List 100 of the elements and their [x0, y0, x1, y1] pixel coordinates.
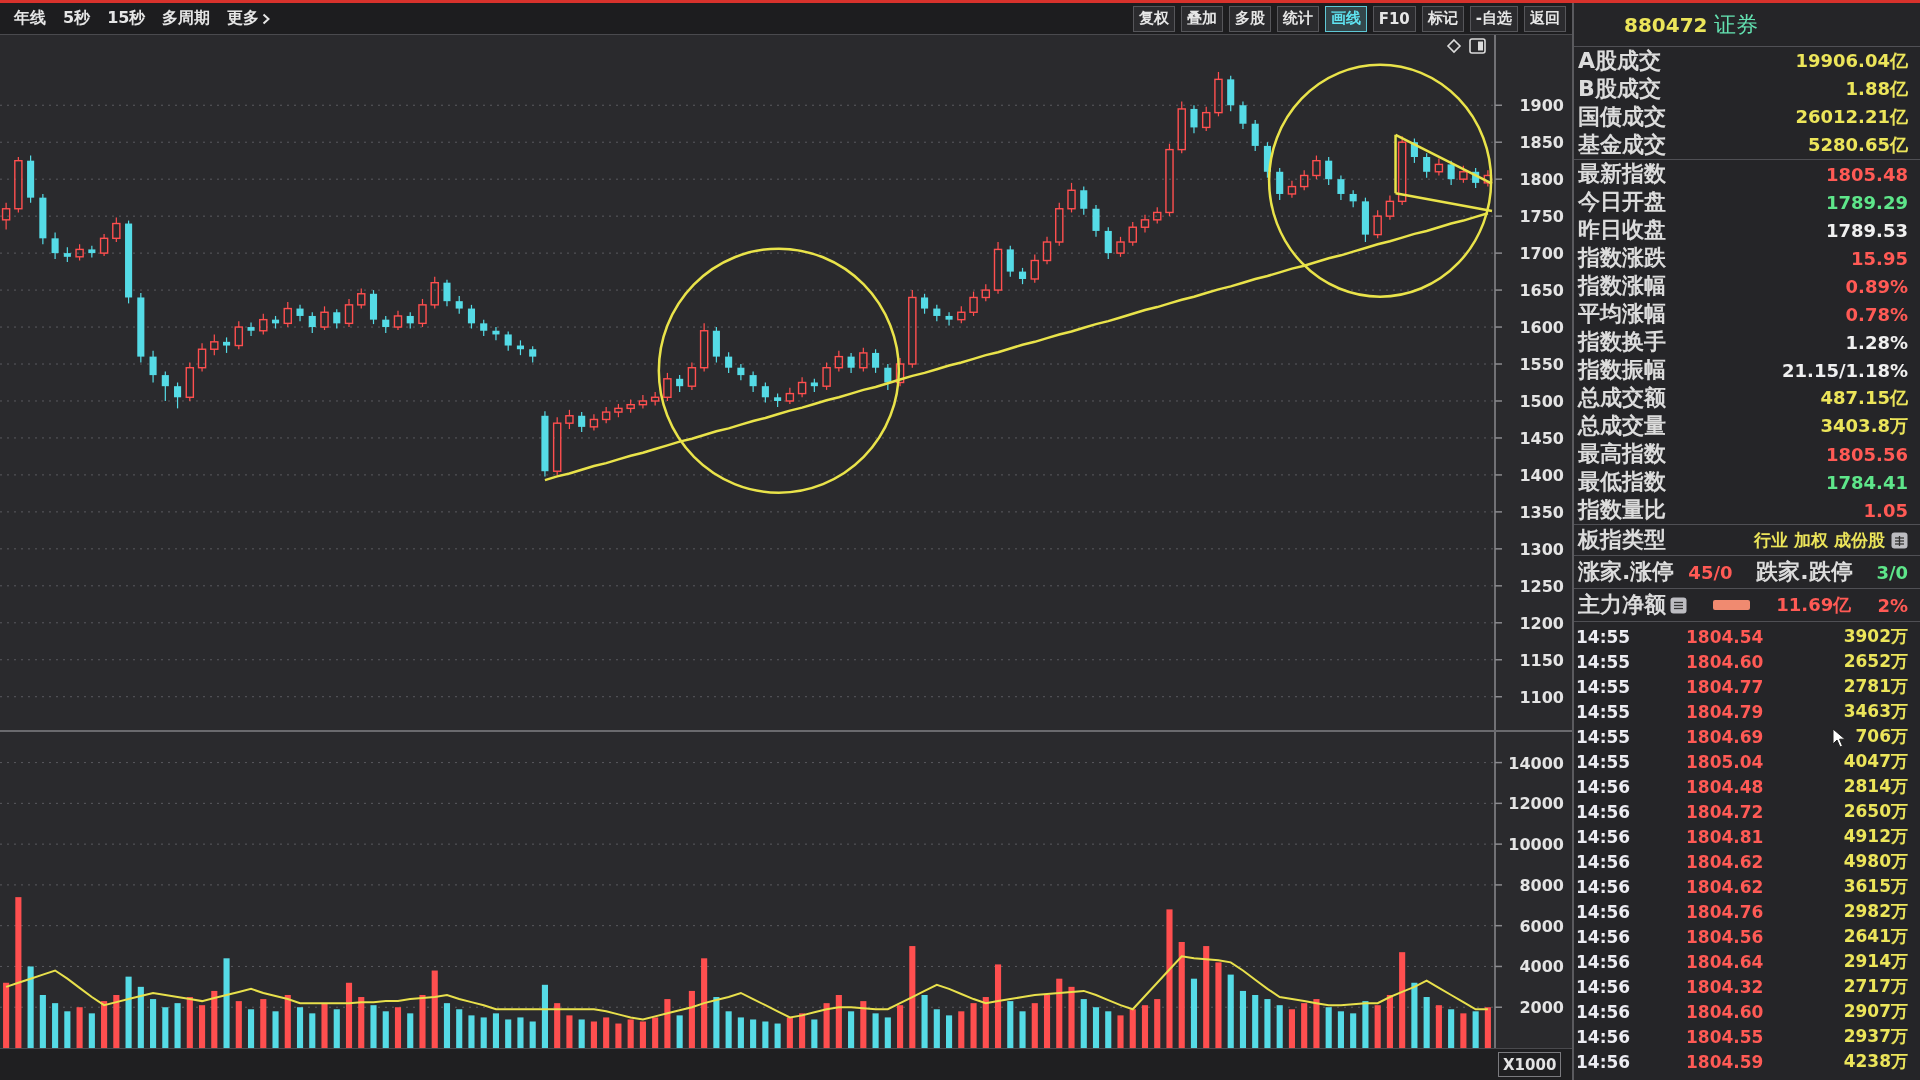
tick-volume: 4980万: [1843, 850, 1908, 873]
stat-label: 最低指数: [1578, 468, 1666, 496]
candle: [725, 351, 733, 374]
tick-price: 1804.72: [1686, 801, 1764, 822]
axis-label: 1100: [1519, 687, 1564, 707]
volume-bar: [811, 1019, 818, 1048]
more-button[interactable]: 更多: [225, 6, 273, 31]
candle: [737, 363, 745, 381]
candle: [626, 398, 635, 414]
volume-bar: [211, 990, 218, 1048]
candle: [443, 279, 451, 307]
toolbar-button[interactable]: -自选: [1469, 5, 1518, 32]
flow-bar-icon: [1713, 600, 1751, 610]
candle: [369, 289, 378, 325]
candle: [1116, 236, 1125, 258]
candle: [1410, 137, 1418, 164]
volume-bar: [235, 1001, 242, 1048]
period-tab[interactable]: 15秒: [105, 6, 148, 31]
volume-bar: [101, 1001, 108, 1048]
period-tab[interactable]: 多周期: [160, 6, 213, 31]
candle: [1104, 226, 1112, 260]
volume-bar: [848, 1011, 855, 1048]
candle: [504, 330, 512, 352]
stat-label: 最新指数: [1578, 160, 1666, 188]
volume-bar: [664, 999, 671, 1048]
candle: [75, 243, 84, 262]
candle: [687, 361, 697, 391]
stat-label: 总成交额: [1578, 384, 1666, 412]
half-filled-square-icon[interactable]: [1469, 38, 1486, 54]
volume-bar: [260, 999, 267, 1048]
volume-bar: [835, 995, 842, 1048]
volume-bar: [921, 995, 928, 1048]
volume-bar: [1264, 999, 1271, 1048]
candle: [884, 363, 892, 391]
toolbar-button[interactable]: 标记: [1421, 5, 1464, 32]
volume-bar: [1313, 999, 1320, 1048]
period-tab[interactable]: 年线: [12, 6, 48, 31]
candle: [1385, 194, 1395, 221]
stat-value: 3403.8万: [1820, 414, 1908, 438]
volume-bar: [162, 1007, 169, 1048]
stat-value: 0.78%: [1845, 303, 1908, 325]
volume-bar: [946, 1015, 953, 1048]
candle: [1214, 71, 1223, 117]
candle: [993, 241, 1003, 295]
toolbar-button[interactable]: 多股: [1228, 5, 1271, 32]
candle: [1325, 156, 1333, 186]
tick-volume: 2914万: [1843, 950, 1908, 973]
candle: [1153, 206, 1162, 225]
volume-bar: [676, 1015, 683, 1048]
candle: [283, 301, 293, 328]
volume-bar: [1448, 1009, 1455, 1048]
volume-bar: [1337, 1011, 1344, 1048]
toolbar-button[interactable]: 返回: [1524, 5, 1566, 32]
candle: [1006, 245, 1014, 278]
axis-label: 4000: [1519, 957, 1564, 977]
axis-label: 1650: [1519, 281, 1564, 301]
candle: [872, 348, 880, 374]
volume-bar: [456, 1009, 463, 1048]
candle: [296, 304, 304, 322]
axis-label: 1700: [1519, 244, 1564, 264]
candle: [1361, 197, 1369, 243]
stat-label: 指数换手: [1578, 328, 1666, 356]
candle: [1447, 160, 1455, 186]
volume-bar: [296, 1007, 304, 1048]
stat-label: 今日开盘: [1578, 188, 1666, 216]
candle: [749, 370, 757, 393]
toolbar-button[interactable]: 复权: [1132, 5, 1175, 32]
toolbar-button[interactable]: 画线: [1324, 5, 1367, 32]
tick-time: 14:56: [1575, 926, 1631, 947]
toolbar-button[interactable]: 叠加: [1180, 5, 1223, 32]
stat-value: 487.15亿: [1820, 386, 1908, 410]
candle: [650, 391, 660, 407]
stat-label: 指数量比: [1578, 496, 1666, 524]
candle: [834, 350, 844, 372]
axis-label: 12000: [1508, 794, 1564, 814]
toolbar-button[interactable]: 统计: [1276, 5, 1319, 32]
axis-label: 1600: [1519, 318, 1564, 338]
axis-label: 1200: [1519, 613, 1564, 633]
volume-bar: [737, 1017, 744, 1048]
volume-bar: [76, 1007, 83, 1048]
candle: [895, 357, 905, 387]
tick-volume: 3463万: [1843, 700, 1908, 723]
volume-bar: [1056, 978, 1063, 1048]
tick-price: 1804.76: [1686, 901, 1764, 922]
candle: [480, 319, 488, 337]
tick-time: 14:55: [1575, 701, 1631, 722]
stat-value: 1.88亿: [1845, 77, 1908, 101]
grid-icon[interactable]: [1891, 531, 1908, 549]
candle: [1276, 167, 1284, 201]
list-icon[interactable]: [1670, 596, 1687, 614]
axis-label: 1300: [1519, 539, 1564, 559]
diamond-icon[interactable]: [1446, 38, 1462, 54]
tick-time: 14:56: [1575, 851, 1631, 872]
candle: [1140, 214, 1150, 233]
candle: [1128, 221, 1137, 247]
toolbar-button[interactable]: F10: [1372, 5, 1416, 32]
period-tab[interactable]: 5秒: [61, 6, 93, 31]
volume-bar: [407, 1013, 414, 1048]
tick-time: 14:56: [1575, 876, 1631, 897]
stat-label: 涨家.涨停: [1578, 558, 1675, 586]
